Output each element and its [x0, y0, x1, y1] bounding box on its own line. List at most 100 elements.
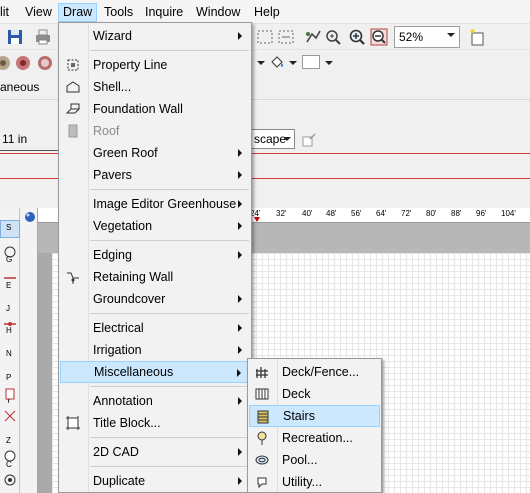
menu-item-label: Retaining Wall	[93, 270, 174, 284]
chevron-right-icon	[238, 346, 242, 354]
ruler-tick: 40'	[302, 209, 313, 218]
menu-item-wizard[interactable]: Wizard	[60, 25, 250, 47]
chevron-right-icon	[238, 171, 242, 179]
menu-item-groundcover[interactable]: Groundcover	[60, 288, 250, 310]
menu-item-foundation-wall[interactable]: Foundation Wall	[60, 98, 250, 120]
menu-item-title-block[interactable]: Title Block...	[60, 412, 250, 434]
chevron-down-icon	[283, 137, 291, 141]
menu-bar: lit View Draw Tools Inquire Window Help	[0, 0, 530, 24]
menu-separator	[90, 240, 249, 241]
menu-item-label: Groundcover	[93, 292, 166, 306]
menu-item-label: Irrigation	[93, 343, 142, 357]
dimension-value[interactable]: 11 in	[2, 132, 27, 146]
menu-item-label: 2D CAD	[93, 445, 139, 459]
menu-separator	[90, 437, 249, 438]
chevron-right-icon	[238, 200, 242, 208]
menu-item-label: Electrical	[93, 321, 144, 335]
menu-item-recreation[interactable]: Recreation...	[249, 427, 380, 449]
wall-tool-icon[interactable]	[2, 316, 18, 332]
menu-item-label: Wizard	[93, 29, 132, 43]
fill-bucket-icon[interactable]	[268, 54, 286, 72]
menu-draw[interactable]: Draw	[58, 3, 98, 22]
menu-item-image-editor-greenhouse[interactable]: Image Editor Greenhouse	[60, 193, 250, 215]
zoom-combo[interactable]: 52%	[394, 26, 460, 48]
print-icon[interactable]	[34, 28, 52, 46]
select-group-icon[interactable]	[277, 28, 295, 46]
shell-icon	[66, 81, 80, 93]
menu-item-label: Miscellaneous	[94, 365, 174, 379]
flower-icon[interactable]	[14, 54, 32, 72]
menu-item-irrigation[interactable]: Irrigation	[60, 339, 250, 361]
zoom-cursor-icon[interactable]	[324, 28, 342, 46]
menu-item-label: Pool...	[282, 453, 318, 467]
ruler-tick: 80'	[426, 209, 437, 218]
circle-tool-icon[interactable]	[2, 244, 18, 260]
menu-item-label: Deck	[282, 387, 311, 401]
new-plan-icon[interactable]	[468, 28, 486, 46]
menu-item-label: Stairs	[283, 409, 315, 423]
menu-item-label: Shell...	[93, 80, 132, 94]
menu-tools[interactable]: Tools	[100, 3, 137, 22]
menu-item-label: Property Line	[93, 58, 168, 72]
ruler-tick: 64'	[376, 209, 387, 218]
miscellaneous-submenu: Deck/Fence... Deck Stairs Recreation... …	[247, 358, 382, 493]
save-icon[interactable]	[6, 28, 24, 46]
globe-icon[interactable]	[24, 211, 36, 223]
cross-tool-icon[interactable]	[2, 408, 18, 424]
menu-item-electrical[interactable]: Electrical	[60, 317, 250, 339]
circle-tool-icon[interactable]	[2, 448, 18, 464]
menu-item-utility[interactable]: Utility...	[249, 471, 380, 493]
menu-view[interactable]: View	[21, 3, 56, 22]
menu-item-label: Duplicate	[93, 474, 146, 488]
menu-item-vegetation[interactable]: Vegetation	[60, 215, 250, 237]
menu-edit[interactable]: lit	[0, 3, 13, 22]
menu-item-duplicate[interactable]: Duplicate	[60, 470, 250, 492]
menu-item-stairs[interactable]: Stairs	[249, 405, 380, 427]
menu-item-property-line[interactable]: Property Line	[60, 54, 250, 76]
palette-label-j: J	[6, 304, 10, 313]
menu-separator	[90, 466, 249, 467]
menu-item-label: Edging	[93, 248, 132, 262]
layer-value[interactable]: aneous	[0, 80, 39, 94]
menu-item-annotation[interactable]: Annotation	[60, 390, 250, 412]
divider	[0, 150, 60, 151]
chevron-right-icon	[238, 251, 242, 259]
zoom-in-icon[interactable]	[348, 28, 366, 46]
menu-item-deck-fence[interactable]: Deck/Fence...	[249, 361, 380, 383]
menu-item-deck[interactable]: Deck	[249, 383, 380, 405]
shrub-icon[interactable]	[36, 54, 54, 72]
fly-through-icon[interactable]	[304, 28, 322, 46]
chevron-right-icon	[237, 369, 241, 377]
menu-item-pavers[interactable]: Pavers	[60, 164, 250, 186]
menu-item-label: Roof	[93, 124, 120, 138]
zoom-out-icon[interactable]	[370, 28, 388, 46]
view-combo[interactable]: scape	[247, 129, 295, 149]
chevron-down-icon[interactable]	[289, 61, 297, 65]
gear-tool-icon[interactable]	[2, 472, 18, 488]
chevron-down-icon[interactable]	[325, 61, 333, 65]
menu-item-green-roof[interactable]: Green Roof	[60, 142, 250, 164]
menu-item-pool[interactable]: Pool...	[249, 449, 380, 471]
menu-item-roof[interactable]: Roof	[60, 120, 250, 142]
plant-icon[interactable]	[0, 54, 12, 72]
color-swatch[interactable]	[302, 55, 320, 69]
menu-item-retaining-wall[interactable]: Retaining Wall	[60, 266, 250, 288]
menu-item-shell[interactable]: Shell...	[60, 76, 250, 98]
chevron-down-icon[interactable]	[257, 61, 265, 65]
menu-item-miscellaneous[interactable]: Miscellaneous	[60, 361, 250, 383]
line-tool-icon[interactable]	[2, 270, 18, 286]
menu-inquire[interactable]: Inquire	[141, 3, 187, 22]
foundation-wall-icon	[65, 103, 81, 114]
menu-separator	[90, 386, 249, 387]
palette-label-z: Z	[6, 436, 11, 445]
select-box-icon[interactable]	[256, 28, 274, 46]
view-options-icon[interactable]	[300, 131, 318, 149]
menu-window[interactable]: Window	[192, 3, 244, 22]
post-tool-icon[interactable]	[2, 386, 18, 402]
menu-item-edging[interactable]: Edging	[60, 244, 250, 266]
menu-help[interactable]: Help	[250, 3, 284, 22]
roof-icon	[68, 124, 78, 138]
menu-item-label: Foundation Wall	[93, 102, 183, 116]
menu-item-2d-cad[interactable]: 2D CAD	[60, 441, 250, 463]
chevron-right-icon	[238, 149, 242, 157]
